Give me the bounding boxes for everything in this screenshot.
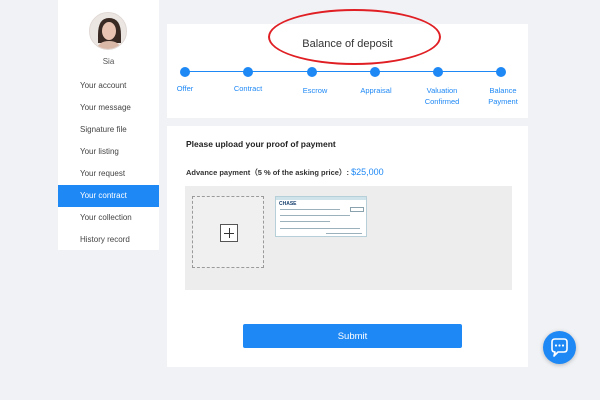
sidebar-item-your-request[interactable]: Your request [58, 163, 159, 185]
step-dot-contract [243, 67, 253, 77]
sidebar-item-your-account[interactable]: Your account [58, 75, 159, 97]
check-line [280, 221, 330, 222]
username: Sia [102, 57, 115, 66]
check-bank-logo: CHASE [279, 201, 297, 207]
check-line [326, 233, 362, 234]
sidebar-item-your-message[interactable]: Your message [58, 97, 159, 119]
step-label-line: Valuation [426, 86, 458, 95]
step-label-line: Contract [233, 84, 263, 93]
step-label-line: Payment [488, 97, 518, 106]
avatar[interactable] [89, 12, 127, 50]
upload-area: CHASE [185, 186, 512, 290]
avatar-image [90, 13, 126, 49]
chat-button[interactable] [543, 331, 576, 364]
page-title: Balance of deposit [302, 38, 393, 50]
step-label-offer: Offer [155, 83, 215, 94]
uploaded-check-thumbnail[interactable]: CHASE [275, 196, 367, 237]
step-label-appraisal: Appraisal [346, 85, 406, 96]
check-line [280, 209, 340, 210]
check-amount-box [350, 207, 364, 212]
progress-card: Balance of deposit Offer Contract Escrow… [167, 24, 528, 118]
step-label-line: Offer [176, 84, 194, 93]
upload-drop-box[interactable] [192, 196, 264, 268]
progress-track [181, 71, 501, 72]
sidebar-item-your-collection[interactable]: Your collection [58, 207, 159, 229]
step-label-valuation-confirmed: Valuation Confirmed [412, 85, 472, 107]
upload-title: Please upload your proof of payment [186, 139, 336, 149]
advance-payment-label: Advance payment（5 % of the asking price）… [186, 168, 349, 177]
step-label-line: Escrow [302, 86, 328, 95]
sidebar-item-history-record[interactable]: History record [58, 229, 159, 251]
step-label-line: Balance [489, 86, 517, 95]
step-dot-offer [180, 67, 190, 77]
plus-icon[interactable] [220, 224, 238, 242]
check-line [280, 215, 350, 216]
advance-payment: Advance payment（5 % of the asking price）… [186, 167, 384, 178]
step-dot-escrow [307, 67, 317, 77]
sidebar: Sia Your account Your message Signature … [58, 0, 159, 250]
progress-title-wrap: Balance of deposit [167, 28, 528, 50]
check-line [280, 228, 360, 229]
sidebar-item-your-contract[interactable]: Your contract [58, 185, 159, 207]
step-label-line: Confirmed [424, 97, 460, 106]
submit-button[interactable]: Submit [243, 324, 462, 348]
advance-payment-amount: $25,000 [351, 167, 384, 177]
sidebar-item-your-listing[interactable]: Your listing [58, 141, 159, 163]
step-label-balance-payment: Balance Payment [473, 85, 533, 107]
step-label-escrow: Escrow [285, 85, 345, 96]
step-dot-balance-payment [496, 67, 506, 77]
chat-bubble-icon [551, 338, 568, 357]
check-band [276, 197, 366, 200]
upload-card: Please upload your proof of payment Adva… [167, 126, 528, 367]
step-label-contract: Contract [218, 83, 278, 94]
step-dot-appraisal [370, 67, 380, 77]
step-dot-valuation-confirmed [433, 67, 443, 77]
step-label-line: Appraisal [360, 86, 392, 95]
sidebar-menu: Your account Your message Signature file… [58, 75, 159, 251]
sidebar-item-signature-file[interactable]: Signature file [58, 119, 159, 141]
